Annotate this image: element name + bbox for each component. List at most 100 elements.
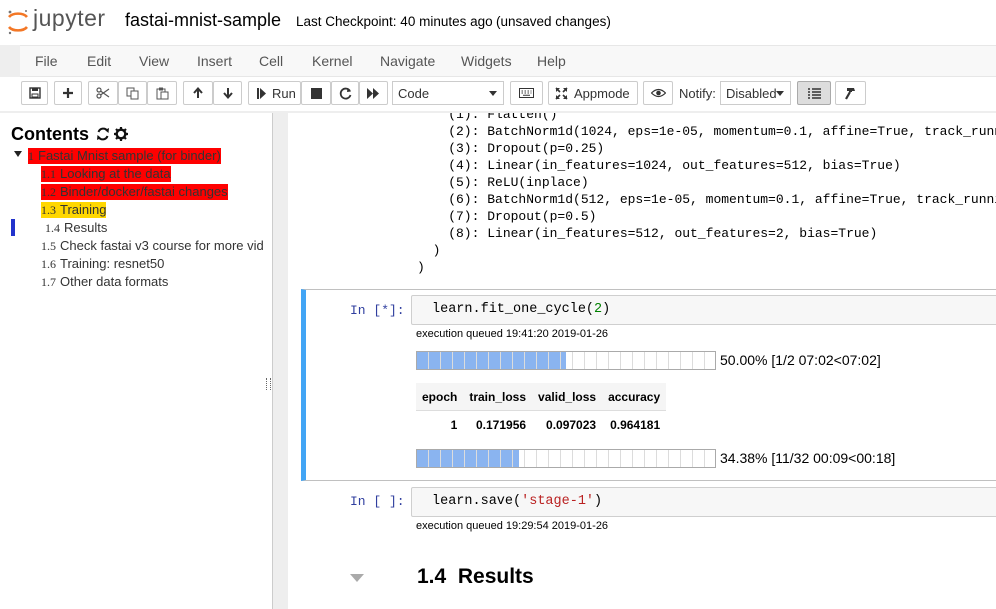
preview-button[interactable] — [643, 81, 673, 105]
jupyter-logo-icon[interactable] — [6, 8, 30, 36]
code-input-fit[interactable]: learn.fit_one_cycle(2) — [411, 295, 996, 325]
table-cell: 0.171956 — [475, 417, 527, 432]
menu-insert[interactable]: Insert — [197, 53, 232, 69]
appmode-label: Appmode — [574, 85, 630, 101]
step-forward-icon — [257, 87, 266, 99]
toc-current-marker — [11, 219, 15, 236]
code-cell-save[interactable]: In [ ]: learn.save('stage-1') execution … — [301, 483, 996, 535]
output-line: (1): Flatten() — [417, 113, 558, 122]
toc-toggle-button[interactable] — [797, 81, 831, 105]
code-text: learn.fit_one_cycle( — [432, 302, 595, 317]
unsaved-status: (unsaved changes) — [496, 14, 611, 29]
menu-cell[interactable]: Cell — [259, 53, 283, 69]
toc-item-label: Check fastai v3 course for more vid — [60, 238, 263, 253]
menu-edit[interactable]: Edit — [87, 53, 111, 69]
chevron-down-icon — [776, 91, 784, 96]
toc-item-looking-at-the-data[interactable]: 1.1 Looking at the data — [41, 166, 171, 182]
toc-item-fastai-mnist-sample[interactable]: 1 Fastai Mnist sample (for binder) — [28, 148, 221, 164]
jupyter-logo-text: jupyter — [33, 5, 106, 31]
heading-number: 1.4 — [417, 565, 447, 588]
code-text: ) — [594, 494, 603, 509]
toc-item-training-resnet50[interactable]: 1.6 Training: resnet50 — [41, 256, 164, 272]
add-cell-button[interactable] — [54, 81, 82, 105]
header: jupyter fastai-mnist-sample Last Checkpo… — [0, 0, 996, 45]
save-button[interactable] — [21, 81, 48, 105]
paste-icon — [156, 87, 168, 99]
toc-item-number: 1.6 — [41, 257, 56, 271]
hammer-button[interactable] — [835, 81, 866, 105]
table-cell: 0.964181 — [610, 417, 661, 432]
code-cell-fit[interactable]: In [*]: learn.fit_one_cycle(2) execution… — [301, 289, 996, 481]
cell-type-value: Code — [398, 86, 430, 101]
menu-widgets[interactable]: Widgets — [461, 53, 512, 69]
expand-icon — [555, 86, 568, 100]
save-icon — [28, 87, 41, 99]
menu-kernel[interactable]: Kernel — [312, 53, 352, 69]
sidebar-resize-handle[interactable] — [266, 378, 271, 390]
menu-help[interactable]: Help — [537, 53, 566, 69]
execution-time: execution queued 19:29:54 2019-01-26 — [416, 520, 609, 532]
notebook-name[interactable]: fastai-mnist-sample — [125, 10, 281, 31]
fast-forward-icon — [367, 87, 379, 99]
reload-icon[interactable] — [96, 127, 110, 141]
output-line: (7): Dropout(p=0.5) — [417, 209, 597, 224]
notify-select[interactable]: Disabled — [720, 81, 791, 105]
menu-navigate[interactable]: Navigate — [380, 53, 435, 69]
paste-button[interactable] — [147, 81, 177, 105]
toc-item-number: 1.5 — [41, 239, 56, 253]
move-up-button[interactable] — [183, 81, 213, 105]
collapse-heading-caret-icon[interactable] — [350, 574, 364, 582]
copy-button[interactable] — [118, 81, 147, 105]
eye-icon — [650, 88, 666, 98]
toc-item-label: Results — [64, 220, 108, 235]
toc-item-label: Other data formats — [60, 274, 169, 289]
batch-progress-text: 34.38% [11/32 00:09<00:18] — [720, 450, 896, 466]
appmode-button[interactable]: Appmode — [548, 81, 638, 105]
restart-button[interactable] — [331, 81, 359, 105]
gear-icon[interactable] — [114, 127, 128, 141]
caret-down-icon[interactable] — [14, 151, 22, 157]
table-row: 1 0.171956 0.097023 0.964181 — [416, 411, 666, 439]
output-line: (8): Linear(in_features=512, out_feature… — [417, 226, 878, 241]
menu-view[interactable]: View — [139, 53, 169, 69]
toc-sidebar: Contents 1 Fastai Mnist sample (for binde… — [0, 113, 273, 609]
column-header: valid_loss — [538, 389, 597, 404]
heading-title: Results — [457, 565, 534, 588]
cut-button[interactable] — [88, 81, 118, 105]
toc-item-check-fastai-course[interactable]: 1.5 Check fastai v3 course for more vid — [41, 238, 263, 254]
results-table: epoch train_loss valid_loss accuracy 1 0… — [416, 383, 667, 439]
column-header: accuracy — [608, 389, 661, 404]
chevron-down-icon — [489, 91, 497, 96]
notebook-area: (1): Flatten() (2): BatchNorm1d(1024, ep… — [288, 113, 996, 609]
menu-file[interactable]: File — [35, 53, 58, 69]
toc-item-label: Binder/docker/fastai changes — [60, 184, 228, 199]
restart-run-all-button[interactable] — [359, 81, 388, 105]
toc-item-number: 1 — [28, 149, 34, 163]
scissors-icon — [96, 87, 110, 99]
progress-ticks — [417, 352, 715, 369]
toc-item-binder-docker-changes[interactable]: 1.2 Binder/docker/fastai changes — [41, 184, 228, 200]
command-palette-button[interactable] — [510, 81, 543, 105]
output-line: (3): Dropout(p=0.25) — [417, 141, 605, 156]
toc-item-label: Looking at the data — [60, 166, 171, 181]
toc-item-training[interactable]: 1.3 Training — [41, 202, 107, 218]
move-down-button[interactable] — [213, 81, 242, 105]
batch-progress-bar — [416, 449, 716, 468]
progress-ticks — [417, 450, 715, 467]
toc-item-other-data-formats[interactable]: 1.7 Other data formats — [41, 274, 168, 290]
epoch-progress-text: 50.00% [1/2 07:02<07:02] — [720, 352, 881, 368]
column-header: epoch — [422, 389, 458, 404]
output-line: (6): BatchNorm1d(512, eps=1e-05, momentu… — [417, 192, 996, 207]
code-input-save[interactable]: learn.save('stage-1') — [411, 487, 996, 517]
code-text: learn.save( — [432, 494, 522, 509]
interrupt-button[interactable] — [301, 81, 331, 105]
table-cell: 1 — [450, 417, 458, 432]
run-button[interactable]: Run — [248, 81, 301, 105]
cell-type-select[interactable]: Code — [392, 81, 504, 105]
toc-item-results[interactable]: 1.4 Results — [45, 220, 107, 236]
column-header: train_loss — [469, 389, 527, 404]
table-cell: 0.097023 — [546, 417, 597, 432]
toc-item-number: 1.1 — [41, 167, 56, 181]
toc-title: Contents — [11, 124, 89, 144]
toc-item-label: Fastai Mnist sample (for binder) — [38, 148, 221, 163]
